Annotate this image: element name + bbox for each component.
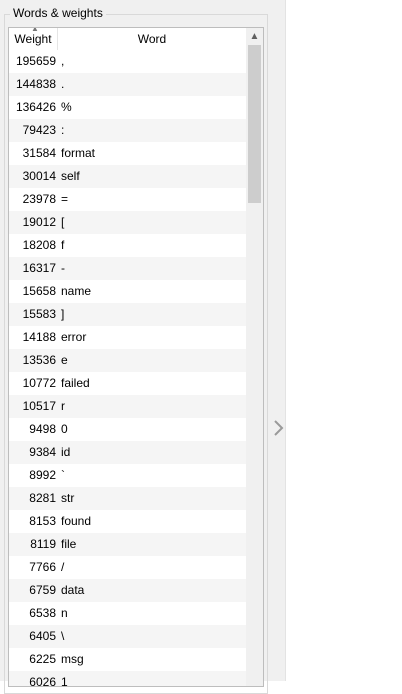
table-row[interactable]: 16317- (9, 257, 246, 280)
weight-cell: 195659 (15, 54, 56, 68)
word-cell: , (61, 54, 65, 68)
weight-cell: 9384 (29, 445, 56, 459)
words-weights-table[interactable]: ▲ Weight Word 195659, 144838. 136426% 79423… (8, 27, 264, 687)
table-row[interactable]: 13536 e (9, 349, 246, 372)
table-row[interactable]: 7766 / (9, 556, 246, 579)
weight-cell: 30014 (22, 169, 56, 183)
weight-cell: 31584 (22, 146, 56, 160)
groupbox-title: Words & weights (10, 6, 106, 20)
weight-cell: 15583 (22, 307, 56, 321)
table-row[interactable]: 6225 msg (9, 648, 246, 671)
word-cell: self (61, 169, 80, 183)
weight-cell: 6405 (29, 629, 56, 643)
table-row[interactable]: 9384 id (9, 441, 246, 464)
column-header-word[interactable]: Word (58, 28, 246, 50)
table-row[interactable]: 14188 error (9, 326, 246, 349)
word-cell: data (61, 583, 85, 597)
word-cell: id (61, 445, 71, 459)
word-cell: msg (61, 652, 84, 666)
word-cell: = (61, 192, 69, 206)
word-cell: file (61, 537, 77, 551)
vertical-scrollbar[interactable]: ▲ (246, 28, 263, 686)
word-cell: 0 (61, 422, 68, 436)
table-row[interactable]: 6026 1 (9, 671, 246, 687)
weight-cell: 14188 (22, 330, 56, 344)
table-row[interactable]: 15658 name (9, 280, 246, 303)
weight-cell: 10772 (22, 376, 56, 390)
weight-cell: 15658 (22, 284, 56, 298)
word-cell: % (61, 100, 72, 114)
table-row[interactable]: 136426% (9, 96, 246, 119)
weight-cell: 136426 (15, 100, 56, 114)
word-cell: r (61, 399, 65, 413)
chevron-up-icon[interactable]: ▲ (246, 28, 263, 45)
word-cell: found (61, 514, 92, 528)
weight-cell: 79423 (22, 123, 56, 137)
word-cell: n (61, 606, 68, 620)
weight-cell: 8281 (29, 491, 56, 505)
word-cell: ] (61, 307, 65, 321)
weight-cell: 144838 (15, 77, 56, 91)
word-cell: ` (61, 468, 65, 482)
table-row[interactable]: 18208 f (9, 234, 246, 257)
table-row[interactable]: 19012 [ (9, 211, 246, 234)
word-cell: str (61, 491, 75, 505)
word-cell: error (61, 330, 87, 344)
weight-cell: 6225 (29, 652, 56, 666)
weight-cell: 18208 (22, 238, 56, 252)
word-cell: [ (61, 215, 65, 229)
word-cell: : (61, 123, 65, 137)
weight-cell: 10517 (22, 399, 56, 413)
table-row[interactable]: 31584 format (9, 142, 246, 165)
weight-cell: 6538 (29, 606, 56, 620)
weight-cell: 8992 (29, 468, 56, 482)
weight-cell: 23978 (22, 192, 56, 206)
weight-cell: 8119 (30, 537, 56, 551)
table-row[interactable]: 144838. (9, 73, 246, 96)
table-row[interactable]: 195659, (9, 50, 246, 73)
word-cell: 1 (61, 675, 68, 687)
table-row[interactable]: 23978 = (9, 188, 246, 211)
column-header-weight[interactable]: ▲ Weight (9, 28, 58, 50)
column-header-weight-label: Weight (14, 32, 52, 46)
table-header: ▲ Weight Word (9, 28, 246, 51)
table-row[interactable]: 10772 failed (9, 372, 246, 395)
table-row[interactable]: 8281 str (9, 487, 246, 510)
scroll-thumb[interactable] (248, 45, 261, 203)
weight-cell: 8153 (29, 514, 56, 528)
weight-cell: 7766 (29, 560, 56, 574)
table-body: 195659, 144838. 136426% 79423:31584 format 30… (9, 50, 246, 687)
table-row[interactable]: 8992 ` (9, 464, 246, 487)
word-cell: - (61, 261, 65, 275)
weight-cell: 19012 (22, 215, 56, 229)
table-row[interactable]: 8119 file (9, 533, 246, 556)
word-cell: e (61, 353, 68, 367)
side-panel: Words & weights ▲ Weight Word 195659, 144… (0, 0, 286, 694)
word-cell: . (61, 77, 65, 91)
table-row[interactable]: 9498 0 (9, 418, 246, 441)
word-cell: failed (61, 376, 90, 390)
table-row[interactable]: 6759 data (9, 579, 246, 602)
weight-cell: 9498 (29, 422, 56, 436)
table-row[interactable]: 6538 n (9, 602, 246, 625)
word-cell: name (61, 284, 92, 298)
word-cell: / (61, 560, 65, 574)
sort-indicator-icon: ▲ (31, 27, 39, 33)
table-row[interactable]: 6405 \ (9, 625, 246, 648)
weight-cell: 16317 (22, 261, 56, 275)
chevron-right-icon[interactable] (270, 418, 286, 438)
table-row[interactable]: 79423: (9, 119, 246, 142)
table-row[interactable]: 15583] (9, 303, 246, 326)
word-cell: \ (61, 629, 65, 643)
table-row[interactable]: 30014 self (9, 165, 246, 188)
word-cell: format (61, 146, 96, 160)
weight-cell: 6759 (29, 583, 56, 597)
table-row[interactable]: 10517 r (9, 395, 246, 418)
weight-cell: 13536 (22, 353, 56, 367)
weight-cell: 6026 (29, 675, 56, 687)
word-cell: f (61, 238, 65, 252)
table-row[interactable]: 8153 found (9, 510, 246, 533)
column-header-word-label: Word (137, 32, 167, 46)
